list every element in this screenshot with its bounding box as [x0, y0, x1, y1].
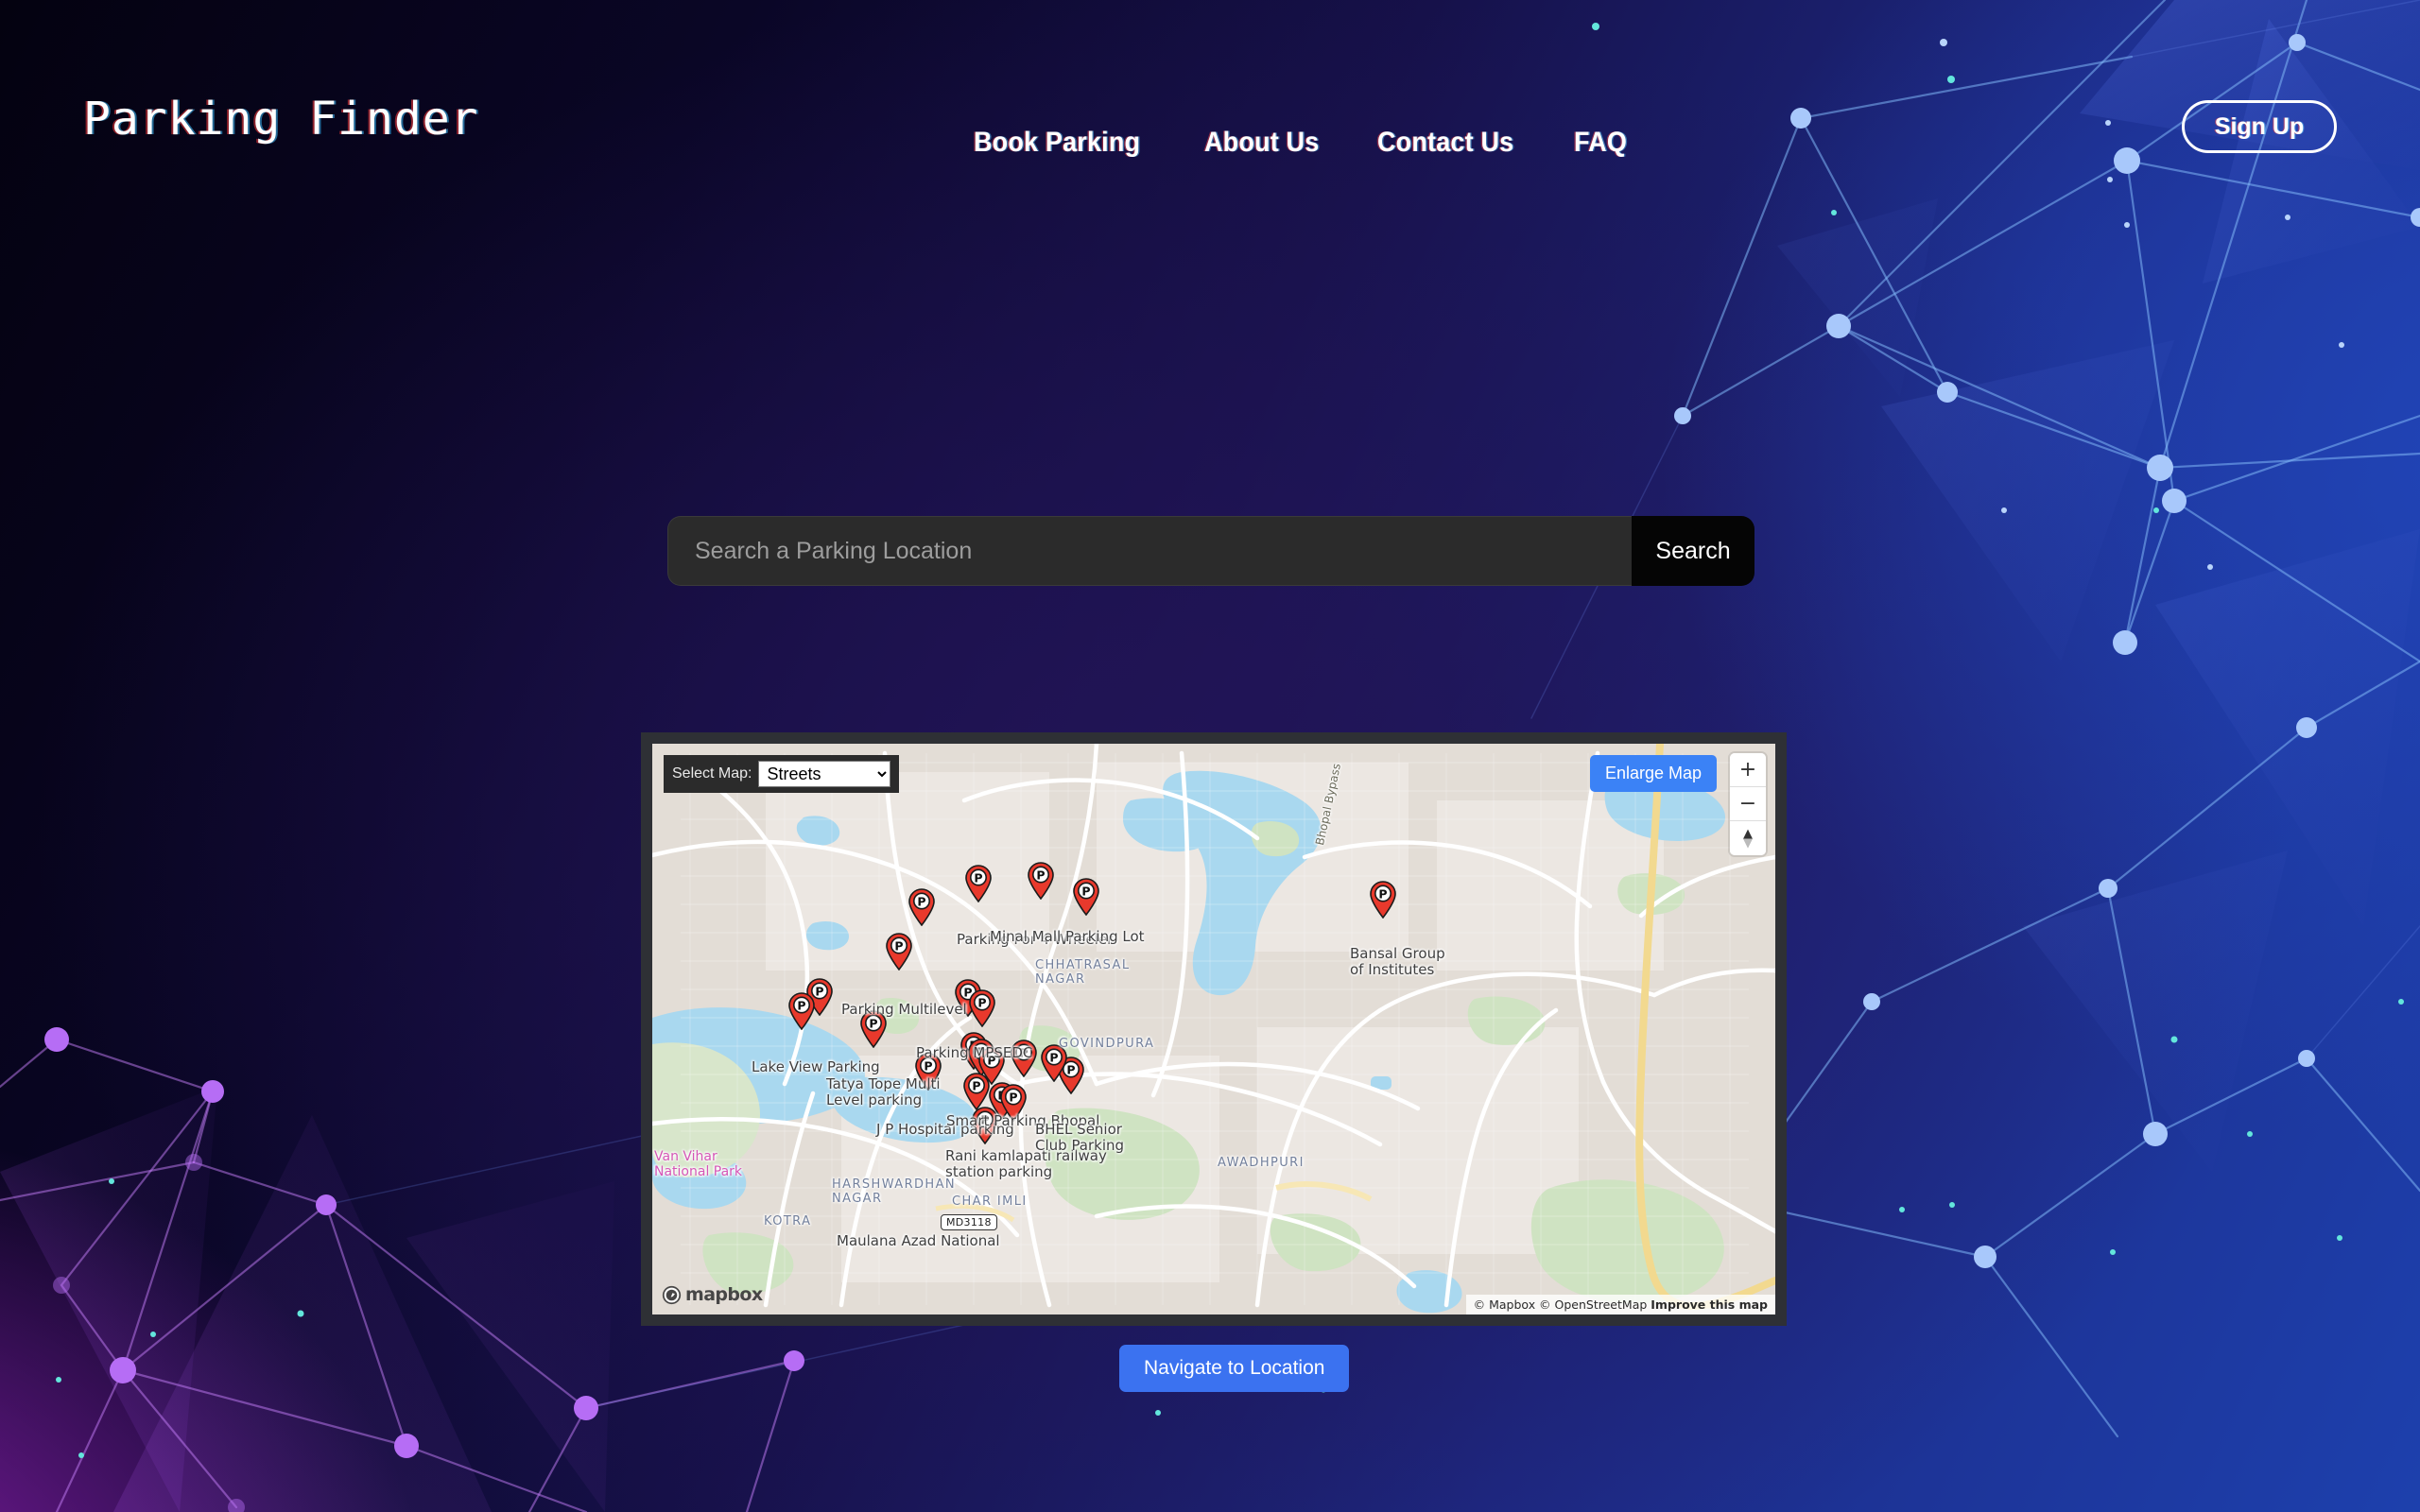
zoom-out-button[interactable]: −	[1730, 787, 1766, 821]
compass-icon: ▲ ▼	[1730, 828, 1766, 850]
nav-link-about-us[interactable]: About Us	[1204, 127, 1319, 159]
nav-link-faq[interactable]: FAQ	[1574, 127, 1627, 159]
mapbox-wordmark: mapbox	[685, 1284, 763, 1305]
compass-button[interactable]: ▲ ▼	[1730, 821, 1766, 855]
nav-link-book-parking[interactable]: Book Parking	[974, 127, 1140, 159]
main-nav: Book Parking About Us Contact Us FAQ	[974, 127, 1633, 159]
page-root: Parking Finder Book Parking About Us Con…	[0, 0, 2420, 1512]
improve-this-map-link[interactable]: Improve this map	[1651, 1297, 1768, 1312]
compass-down-arrow: ▼	[1743, 835, 1753, 850]
road-shield-badge: MD3118	[941, 1214, 997, 1230]
site-header: Parking Finder Book Parking About Us Con…	[0, 0, 2420, 180]
basemap-tiles	[652, 744, 1775, 1314]
map-frame: Select Map: Streets Enlarge Map + − ▲ ▼	[641, 732, 1787, 1326]
navigate-to-location-button[interactable]: Navigate to Location	[1119, 1345, 1350, 1392]
search-button[interactable]: Search	[1632, 516, 1754, 586]
enlarge-map-button[interactable]: Enlarge Map	[1589, 755, 1717, 792]
site-logo: Parking Finder	[83, 93, 479, 146]
search-bar: Search	[667, 516, 1754, 586]
nav-link-contact-us[interactable]: Contact Us	[1377, 127, 1513, 159]
select-map-label: Select Map:	[672, 765, 752, 782]
sign-up-button[interactable]: Sign Up	[2182, 100, 2337, 153]
map-attribution: © Mapbox © OpenStreetMap Improve this ma…	[1465, 1295, 1775, 1314]
attribution-copyright: © Mapbox © OpenStreetMap	[1473, 1297, 1648, 1312]
search-input[interactable]	[667, 516, 1632, 586]
map-style-select[interactable]: Streets	[758, 761, 891, 787]
zoom-in-button[interactable]: +	[1730, 753, 1766, 787]
mapbox-mark-icon	[662, 1285, 682, 1304]
map-zoom-controls: + − ▲ ▼	[1730, 753, 1766, 855]
map-canvas[interactable]: Select Map: Streets Enlarge Map + − ▲ ▼	[652, 744, 1775, 1314]
mapbox-logo[interactable]: mapbox	[662, 1284, 763, 1305]
select-map-control: Select Map: Streets	[664, 755, 900, 793]
